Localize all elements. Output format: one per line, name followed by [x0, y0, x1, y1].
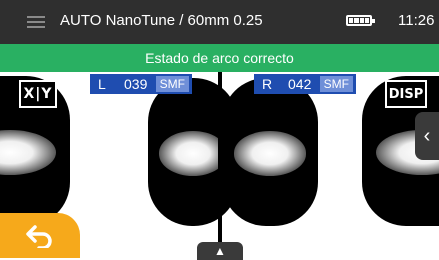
right-value: 042	[288, 76, 312, 92]
clock: 11:26	[398, 12, 435, 29]
top-bar: AUTO NanoTune / 60mm 0.25 11:26	[0, 0, 439, 44]
left-value: 039	[124, 76, 148, 92]
back-arrow-icon	[26, 224, 52, 248]
center-line	[218, 44, 222, 258]
side-panel-tab[interactable]: ‹	[415, 112, 439, 160]
fiber-right	[222, 78, 318, 226]
chevron-up-icon: ▲	[214, 244, 226, 258]
back-button[interactable]	[0, 213, 80, 258]
battery-icon	[346, 15, 375, 26]
right-readout: R 042 SMF	[254, 74, 356, 94]
display-button[interactable]: DISP	[385, 80, 427, 108]
left-fiber-type: SMF	[155, 76, 189, 92]
right-side-label: R	[262, 76, 273, 92]
xy-toggle-button[interactable]: X|Y	[19, 80, 57, 108]
bottom-panel-tab[interactable]: ▲	[197, 242, 243, 260]
chevron-left-icon: ‹	[423, 124, 431, 147]
left-readout: L 039 SMF	[90, 74, 192, 94]
left-side-label: L	[98, 76, 106, 92]
right-fiber-type: SMF	[319, 76, 353, 92]
status-banner: Estado de arco correcto	[0, 44, 439, 72]
menu-icon[interactable]	[27, 16, 45, 28]
screen-title: AUTO NanoTune / 60mm 0.25	[60, 12, 263, 29]
